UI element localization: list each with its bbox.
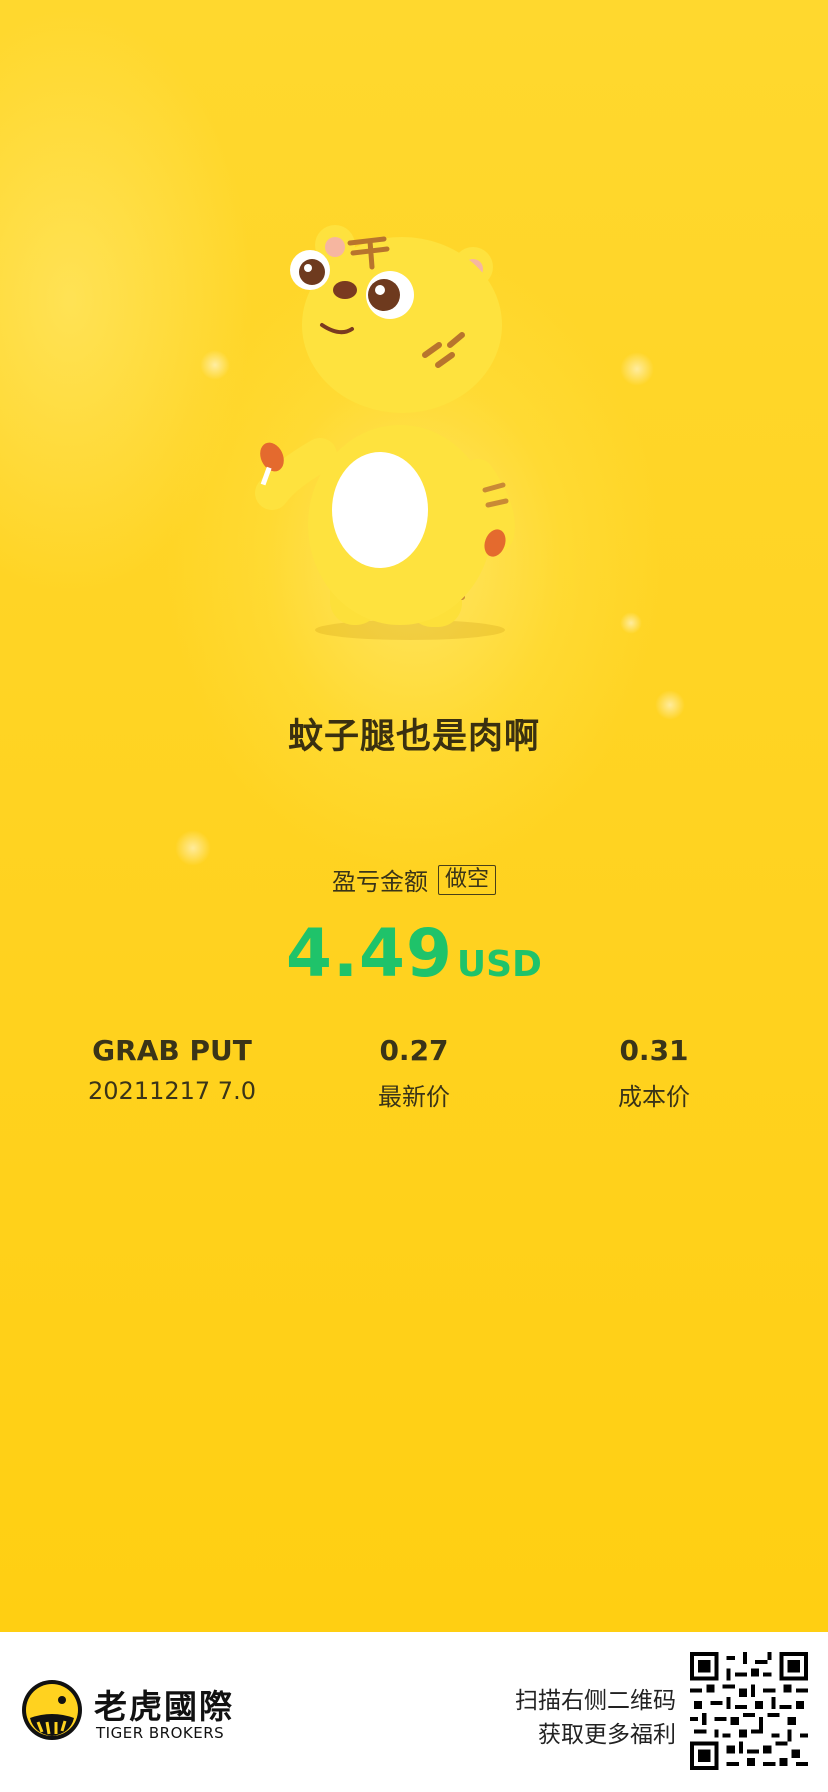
tiger-mascot-illustration <box>255 225 515 640</box>
cost-price-value: 0.31 <box>619 1034 689 1067</box>
tiger-brokers-logo-icon <box>22 1680 82 1740</box>
latest-price-value: 0.27 <box>379 1034 449 1067</box>
pnl-label: 盈亏金额 <box>331 868 428 896</box>
instrument-info: GRAB PUT 20211217 7.0 <box>42 1034 302 1105</box>
promo-line-1: 扫描右侧二维码 <box>515 1688 676 1714</box>
latest-price-label: 最新价 <box>378 1083 450 1111</box>
sparkle-decoration <box>175 830 211 866</box>
pnl-label-row: 盈亏金额 做空 <box>0 862 828 897</box>
latest-price-info: 0.27 最新价 <box>284 1034 544 1112</box>
cost-price-label: 成本价 <box>618 1083 690 1111</box>
footer-bar: 老虎國際 TIGER BROKERS 扫描右侧二维码 获取更多福利 <box>0 1632 828 1792</box>
share-card: 蚊子腿也是肉啊 盈亏金额 做空 4.49 USD GRAB PUT 202112… <box>0 0 828 1632</box>
slogan-text: 蚊子腿也是肉啊 <box>287 717 540 757</box>
sparkle-decoration <box>200 350 230 380</box>
position-direction-badge: 做空 <box>437 864 496 895</box>
pnl-amount: 4.49 <box>286 915 453 992</box>
instrument-detail: 20211217 7.0 <box>88 1077 256 1105</box>
sparkle-decoration <box>620 612 642 634</box>
promo-text: 扫描右侧二维码 获取更多福利 <box>515 1684 676 1752</box>
qr-code-icon[interactable] <box>690 1652 808 1770</box>
pnl-currency: USD <box>456 944 542 985</box>
brand-name-cn: 老虎國際 <box>94 1687 234 1726</box>
brand-name-en: TIGER BROKERS <box>96 1724 225 1742</box>
instrument-name: GRAB PUT <box>92 1034 252 1067</box>
promo-line-2: 获取更多福利 <box>538 1722 676 1748</box>
pnl-amount-row: 4.49 USD <box>0 915 828 992</box>
cost-price-info: 0.31 成本价 <box>524 1034 784 1112</box>
sparkle-decoration <box>620 352 654 386</box>
